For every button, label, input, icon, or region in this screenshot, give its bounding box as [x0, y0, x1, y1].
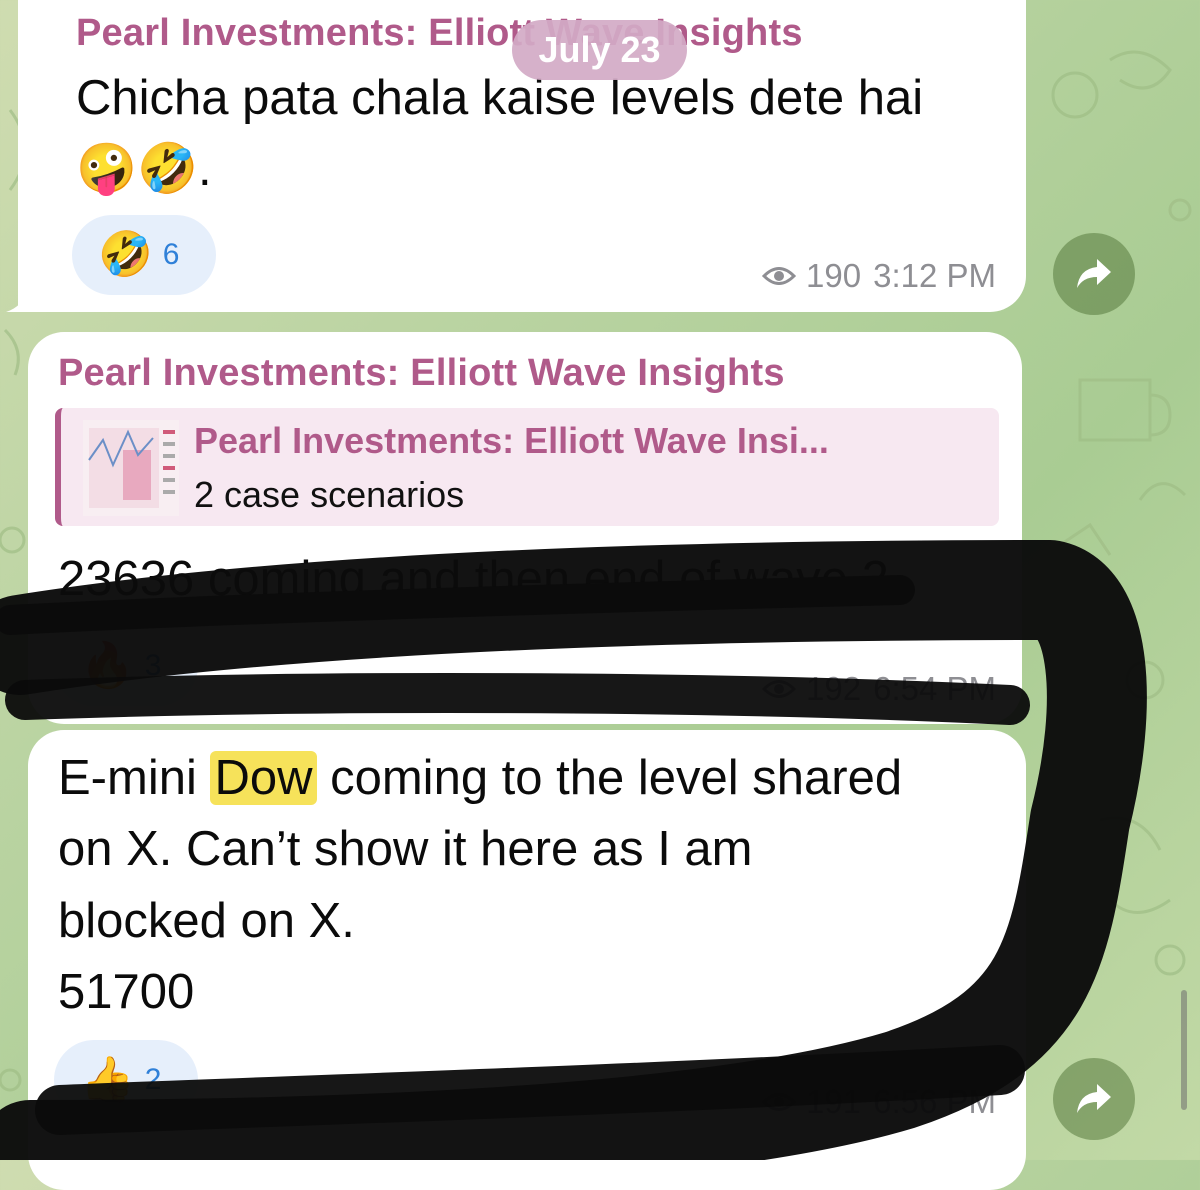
- scrollbar[interactable]: [1181, 990, 1187, 1110]
- share-arrow-icon: [1077, 259, 1111, 288]
- sender-name[interactable]: Pearl Investments: Elliott Wave Insights: [76, 12, 803, 55]
- reaction-chip[interactable]: 👍 2: [54, 1040, 198, 1120]
- eye-icon: [762, 680, 797, 698]
- message-time: 3:12 PM: [873, 257, 996, 294]
- message-text: Chicha pata chala kaise levels dete hai: [76, 71, 924, 125]
- message-text: E-mini Dow coming to the level shared: [58, 744, 902, 812]
- share-button[interactable]: [1053, 1058, 1135, 1140]
- message-text-line: blocked on X.: [58, 894, 355, 948]
- message-time: 6:56 PM: [873, 1083, 996, 1120]
- message-text-part: E-mini: [58, 751, 211, 805]
- eye-icon: [762, 1093, 797, 1111]
- bubble-tail: [6, 288, 46, 312]
- view-count: 190: [806, 257, 862, 294]
- message-meta: 192 6:54 PM: [762, 670, 996, 708]
- reply-title: Pearl Investments: Elliott Wave Insi...: [194, 420, 829, 461]
- reaction-chip[interactable]: 🤣 6: [72, 215, 216, 295]
- message-text-part: coming to the level shared: [316, 751, 903, 805]
- eye-icon: [762, 267, 797, 285]
- reply-thumbnail: [83, 420, 179, 516]
- fire-emoji-icon: 🔥: [80, 641, 135, 690]
- message-text-line: 51700: [58, 965, 195, 1019]
- message-time: 6:54 PM: [873, 670, 996, 707]
- reply-preview[interactable]: Pearl Investments: Elliott Wave Insi... …: [55, 408, 999, 526]
- reaction-chip[interactable]: 🔥 3: [54, 626, 198, 706]
- search-highlight: Dow: [210, 751, 317, 805]
- sender-name[interactable]: Pearl Investments: Elliott Wave Insights: [58, 352, 785, 395]
- date-separator: July 23: [512, 20, 687, 80]
- share-button[interactable]: [1053, 233, 1135, 315]
- rolling-laughing-emoji-icon: 🤣: [98, 230, 153, 279]
- view-count: 192: [806, 670, 862, 707]
- reaction-count: 3: [144, 649, 162, 682]
- message-text: 23636 coming and then end of wave 2: [58, 552, 889, 606]
- share-arrow-icon: [1077, 1084, 1111, 1113]
- reaction-count: 2: [144, 1063, 162, 1096]
- message-meta: 190 3:12 PM: [762, 257, 996, 295]
- message-text-line: on X. Can’t show it here as I am: [58, 822, 753, 876]
- message-emoji-line: 🤪🤣.: [76, 142, 212, 196]
- view-count: 191: [806, 1083, 862, 1120]
- reply-subtitle: 2 case scenarios: [194, 474, 465, 515]
- thumbs-up-emoji-icon: 👍: [80, 1055, 135, 1104]
- reaction-count: 6: [162, 238, 180, 271]
- message-meta: 191 6:56 PM: [762, 1083, 996, 1121]
